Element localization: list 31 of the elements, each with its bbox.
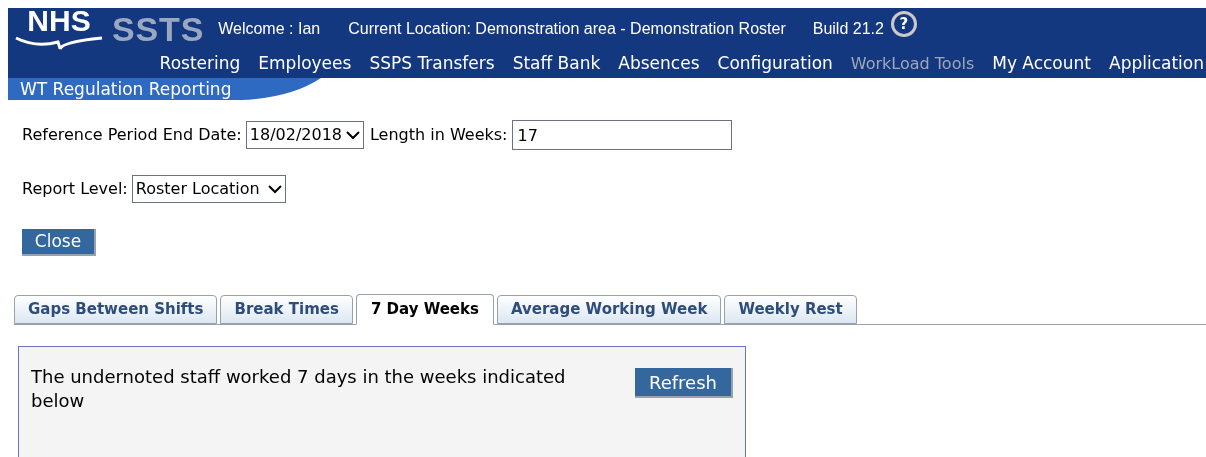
build-text: Build 21.2 [812,19,884,39]
chevron-icon [267,184,282,194]
field-label: Report Level: [22,178,128,200]
tab[interactable]: Gaps Between Shifts [14,295,218,324]
weeks-input[interactable]: 17 [511,120,732,150]
wave-icon [14,36,104,50]
tab[interactable]: Break Times [220,295,353,324]
field-label: Length in Weeks: [370,124,508,146]
help-icon[interactable]: ? [890,11,917,37]
refresh-button[interactable]: Refresh [635,368,733,398]
date-select[interactable]: 18/02/2018 [245,121,364,149]
tab[interactable]: Average Working Week [496,295,722,324]
location-text: Current Location: Demonstration area - Demonstration Roster [348,19,786,39]
field-label: Reference Period End Date: [22,124,242,146]
menu-item[interactable]: SSPS Transfers [369,51,495,77]
menu-item[interactable]: My Account [992,51,1091,77]
level-select[interactable]: Roster Location [131,175,286,203]
menu-item[interactable]: Rostering [159,51,241,77]
close-button[interactable]: Close [22,229,96,256]
welcome-text: Welcome : Ian [218,19,321,39]
menu-item[interactable]: Application [1109,51,1204,77]
menu-item[interactable]: Configuration [717,51,833,77]
nhs-logo-text: NHS [27,6,91,36]
tab[interactable]: Weekly Rest [724,295,857,324]
menu-item[interactable]: Absences [618,51,700,77]
product-name: SSTS [112,12,205,46]
message-text: The undernoted staff worked 7 days in the weeks indicated below [31,365,567,413]
tab[interactable]: 7 Day Weeks [355,294,494,325]
chevron-icon [346,130,360,140]
menu-item[interactable]: Employees [258,51,352,77]
menu-item[interactable]: Staff Bank [512,51,601,77]
